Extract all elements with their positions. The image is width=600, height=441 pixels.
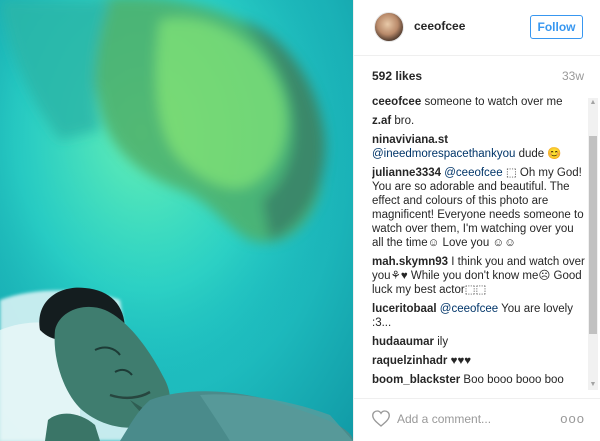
comment-item: ninaviviana.st @ineedmorespacethankyou d… [372,133,586,161]
avatar[interactable] [374,12,404,42]
comment-text: dude 😊 [518,148,562,160]
likes-row: 592 likes 33w [372,69,584,85]
comment-item: z.af bro. [372,114,586,128]
comment-username[interactable]: ceeofcee [372,96,421,108]
comment-text: someone to watch over me [424,96,563,108]
post-photo[interactable] [0,0,353,441]
comment-item: raquelzinhadr ♥♥♥ [372,354,586,368]
post-header: ceeofcee Follow [354,0,600,56]
comment-text: ily [437,336,449,348]
comment-mention[interactable]: @ineedmorespacethankyou [372,148,515,160]
comment-item: hudaaumar ily [372,335,586,349]
add-comment-input[interactable] [397,408,547,430]
comment-mention[interactable]: @ceeofcee [440,303,498,315]
scroll-up-arrow-icon[interactable]: ▲ [588,98,598,108]
comment-item: boom_blackster Boo booo booo boo [372,373,586,387]
scroll-down-arrow-icon[interactable]: ▼ [588,380,598,390]
comment-username[interactable]: mah.skymn93 [372,256,448,268]
comment-item: ceeofcee someone to watch over me [372,95,586,109]
post-side-panel: ceeofcee Follow 592 likes 33w ceeofcee s… [353,0,600,441]
comment-text: bro. [394,115,415,127]
comments-scrollbar[interactable]: ▲ ▼ [588,98,598,390]
comment-item: mah.skymn93 I think you and watch over y… [372,255,586,297]
comment-username[interactable]: hudaaumar [372,336,434,348]
likes-count[interactable]: 592 likes [372,69,422,83]
post-time[interactable]: 33w [562,69,584,83]
comment-username[interactable]: julianne3334 [372,167,441,179]
comment-username[interactable]: raquelzinhadr [372,355,447,367]
comment-username[interactable]: boom_blackster [372,374,460,386]
comments-list: ceeofcee someone to watch over me z.af b… [372,95,586,391]
comment-text: Boo booo booo boo [463,374,564,386]
follow-button[interactable]: Follow [530,15,583,39]
comment-footer: ooo [354,398,600,441]
photo-scene [0,0,353,441]
comment-text: ⬚ Oh my God! You are so adorable and bea… [372,167,584,249]
comment-username[interactable]: luceritobaal [372,303,437,315]
comment-text: ♥♥♥ [450,355,472,367]
post-username[interactable]: ceeofcee [414,19,465,33]
comment-username[interactable]: z.af [372,115,391,127]
comment-item: julianne3334 @ceeofcee ⬚ Oh my God! You … [372,166,586,250]
more-options-icon[interactable]: ooo [560,411,585,426]
comment-username[interactable]: ninaviviana.st [372,134,448,146]
scrollbar-thumb[interactable] [589,136,597,334]
comment-item: luceritobaal @ceeofcee You are lovely :3… [372,302,586,330]
comment-mention[interactable]: @ceeofcee [444,167,502,179]
heart-icon[interactable] [372,410,390,427]
